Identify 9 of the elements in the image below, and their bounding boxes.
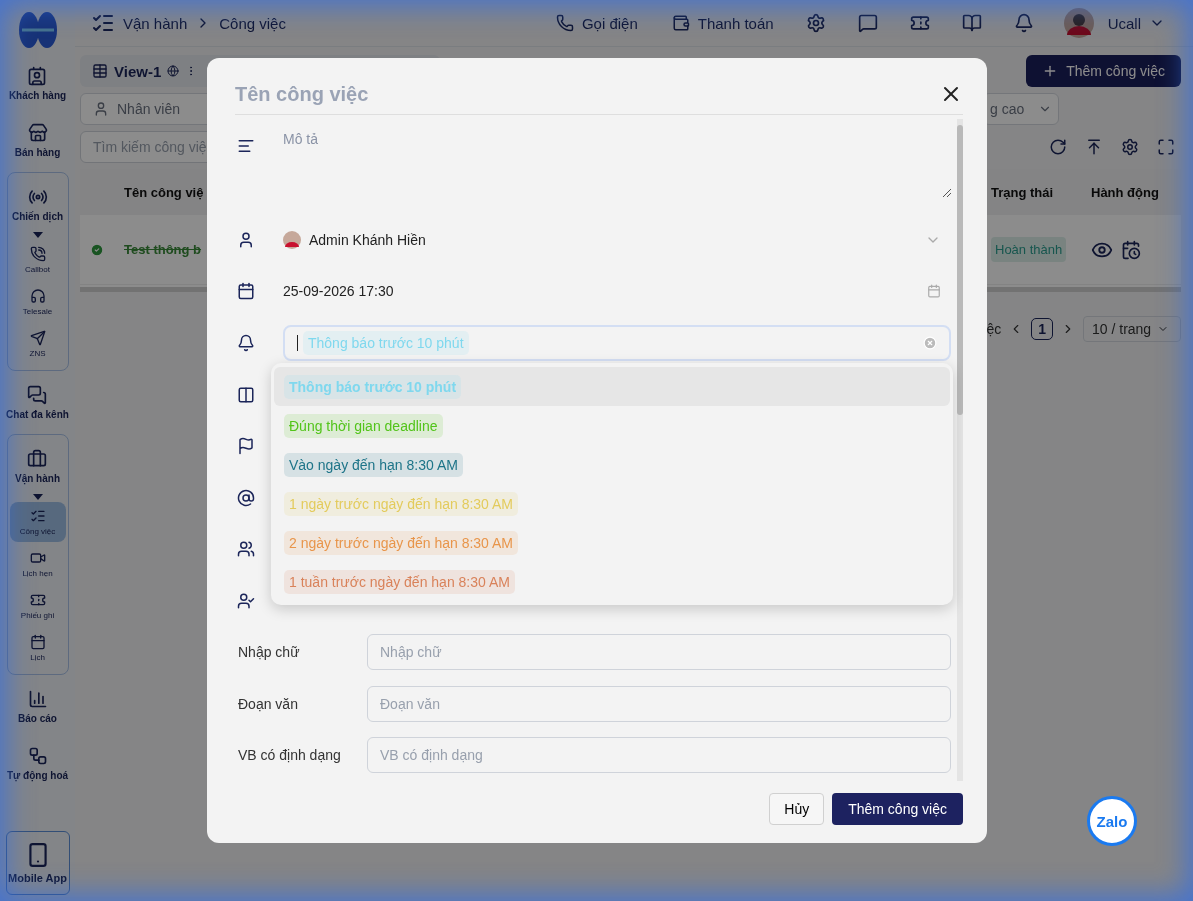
pagination-label: ệc xyxy=(986,321,1002,337)
status-tag: Hoàn thành xyxy=(991,237,1067,262)
column-header: Hành động xyxy=(1090,184,1160,200)
breadcrumb-current: Công việc xyxy=(219,14,286,32)
field-label: Nhập chữ xyxy=(237,644,301,661)
column-header: Trạng thái xyxy=(990,184,1055,200)
field-label: VB có định dạng xyxy=(237,747,342,764)
field-label: Đoạn văn xyxy=(237,695,299,712)
column-header: Tên công việ xyxy=(124,184,204,200)
